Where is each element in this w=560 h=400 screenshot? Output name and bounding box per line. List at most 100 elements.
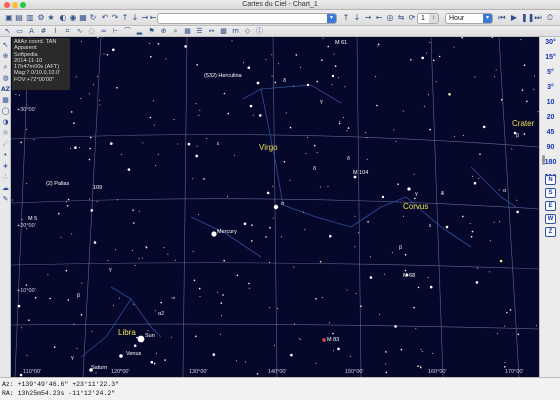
north-icon-right[interactable]: ↑ [341, 13, 351, 23]
time-unit-select[interactable]: Hour ▾ [445, 13, 493, 24]
comet-icon[interactable]: ☄ [1, 140, 10, 149]
projection-icon[interactable]: ◇ [243, 26, 252, 36]
eye-icon[interactable]: ◉ [68, 13, 78, 23]
time-stepper[interactable]: 1 ↕ [417, 13, 439, 24]
eq-icon[interactable]: ◍ [1, 74, 10, 83]
sun-icon[interactable]: ☼ [1, 129, 10, 138]
measure-icon[interactable]: ↔ [207, 26, 216, 36]
calendar-icon[interactable]: ▦ [183, 26, 192, 36]
star [277, 63, 279, 65]
moon-icon[interactable]: ◑ [1, 118, 10, 127]
star [271, 54, 273, 56]
fov-button[interactable]: 15° [540, 54, 560, 61]
alt-az-icon[interactable]: AZ [1, 85, 10, 94]
planet-icon[interactable]: ◐ [58, 13, 68, 23]
cursor-icon[interactable]: ↖ [1, 41, 10, 50]
star [28, 319, 30, 322]
fov-button[interactable]: 30° [540, 39, 560, 46]
nav-e-button[interactable]: E [545, 201, 556, 211]
star [192, 250, 194, 252]
star [298, 338, 300, 340]
rotate-icon-right[interactable]: ⟳ [407, 13, 417, 23]
search-icon[interactable]: ⌕ [171, 26, 180, 36]
fov-button[interactable]: 20 [540, 114, 560, 121]
west-icon-right[interactable]: ← [374, 13, 384, 23]
nav-s-button[interactable]: S [545, 188, 556, 198]
star [266, 191, 270, 195]
fov-button[interactable]: 3° [540, 84, 560, 91]
info-icon[interactable]: ⓘ [255, 26, 264, 36]
nebula-icon[interactable]: ☁ [1, 184, 10, 193]
select-icon[interactable]: ▭ [15, 26, 24, 36]
chart-selector[interactable]: ▾ [157, 13, 337, 24]
pause-icon[interactable]: ❚❚ [521, 13, 534, 23]
fov-button[interactable]: 5° [540, 69, 560, 76]
flag-icon[interactable]: ⚑ [147, 26, 156, 36]
zenith-icon-right[interactable]: ◎ [385, 13, 395, 23]
star [429, 41, 431, 43]
milky-way-icon[interactable]: ≈ [99, 26, 108, 36]
sky-canvas[interactable]: Virgo Corvus Libra Crater (532) Herculina (2)… [11, 37, 539, 377]
scale-icon[interactable]: ⊢ [111, 26, 120, 36]
boundary-icon[interactable]: ⌗ [63, 26, 72, 36]
folder-icon[interactable]: ▣ [4, 13, 14, 23]
fov-button[interactable]: 10 [540, 99, 560, 106]
nav-w-button[interactable]: W [545, 214, 556, 224]
now-icon[interactable]: ⏱ [545, 13, 555, 23]
dss-icon[interactable]: ▩ [219, 26, 228, 36]
undo-icon[interactable]: ↶ [100, 13, 110, 23]
grid-icon[interactable]: # [39, 26, 48, 36]
redo-icon[interactable]: ↷ [110, 13, 120, 23]
star [89, 147, 91, 150]
config-icon[interactable]: ⚙ [36, 13, 46, 23]
double-icon[interactable]: ∴ [1, 173, 10, 182]
greek-label: ε [429, 223, 432, 229]
north-icon[interactable]: ↑ [120, 13, 130, 23]
asteroid-icon[interactable]: • [1, 151, 10, 160]
pointer-icon[interactable]: ↖ [3, 26, 12, 36]
refresh-icon[interactable]: ↻ [88, 13, 98, 23]
east-icon-right[interactable]: → [363, 13, 373, 23]
ecliptic-icon[interactable]: ∿ [75, 26, 84, 36]
rewind-icon[interactable]: ⏮ [497, 13, 507, 23]
constellation-line-icon[interactable]: ⌇ [51, 26, 60, 36]
target-icon[interactable]: ⊕ [1, 52, 10, 61]
south-icon-right[interactable]: ↓ [352, 13, 362, 23]
forward-icon[interactable]: ⏭ [533, 13, 543, 23]
fov-button[interactable]: 90 [540, 144, 560, 151]
scrollbar-thumb[interactable] [542, 155, 545, 165]
flip-icon-right[interactable]: ⇋ [396, 13, 406, 23]
nav-n-button[interactable]: N [545, 175, 556, 185]
play-icon[interactable]: ▶ [509, 13, 519, 23]
nav-z-button[interactable]: Z [545, 227, 556, 237]
star-icon[interactable]: ★ [46, 13, 56, 23]
star [315, 298, 317, 300]
south-icon[interactable]: ↓ [130, 13, 140, 23]
label-icon[interactable]: A [27, 26, 36, 36]
ground-icon[interactable]: ▂ [135, 26, 144, 36]
star [526, 100, 528, 103]
sky-chart[interactable]: Virgo Corvus Libra Crater (532) Herculina (2)… [11, 37, 539, 377]
grid-icon[interactable]: ▦ [1, 96, 10, 105]
print-icon[interactable]: ▥ [25, 13, 35, 23]
orbit-icon[interactable]: ◯ [1, 107, 10, 116]
image-icon[interactable]: ▦ [78, 13, 88, 23]
west-icon[interactable]: ← [148, 13, 158, 23]
variable-icon[interactable]: ∗ [1, 162, 10, 171]
star [289, 179, 291, 181]
fov-button[interactable]: 45 [540, 129, 560, 136]
ra-axis-label: 140°00' [268, 369, 287, 375]
save-icon[interactable]: ▤ [14, 13, 24, 23]
pen-icon[interactable]: ✎ [1, 195, 10, 204]
star [339, 120, 341, 122]
star [66, 205, 69, 207]
star [203, 178, 205, 180]
horizon-icon[interactable]: ⌒ [123, 26, 132, 36]
zoom-icon[interactable]: ⌕ [1, 63, 10, 72]
telescope-icon[interactable]: ⊕ [159, 26, 168, 36]
magnitude-icon[interactable]: m [231, 26, 240, 36]
galactic-icon[interactable]: ◌ [87, 26, 96, 36]
list-icon[interactable]: ☰ [195, 26, 204, 36]
star [328, 322, 330, 324]
star [472, 175, 474, 177]
